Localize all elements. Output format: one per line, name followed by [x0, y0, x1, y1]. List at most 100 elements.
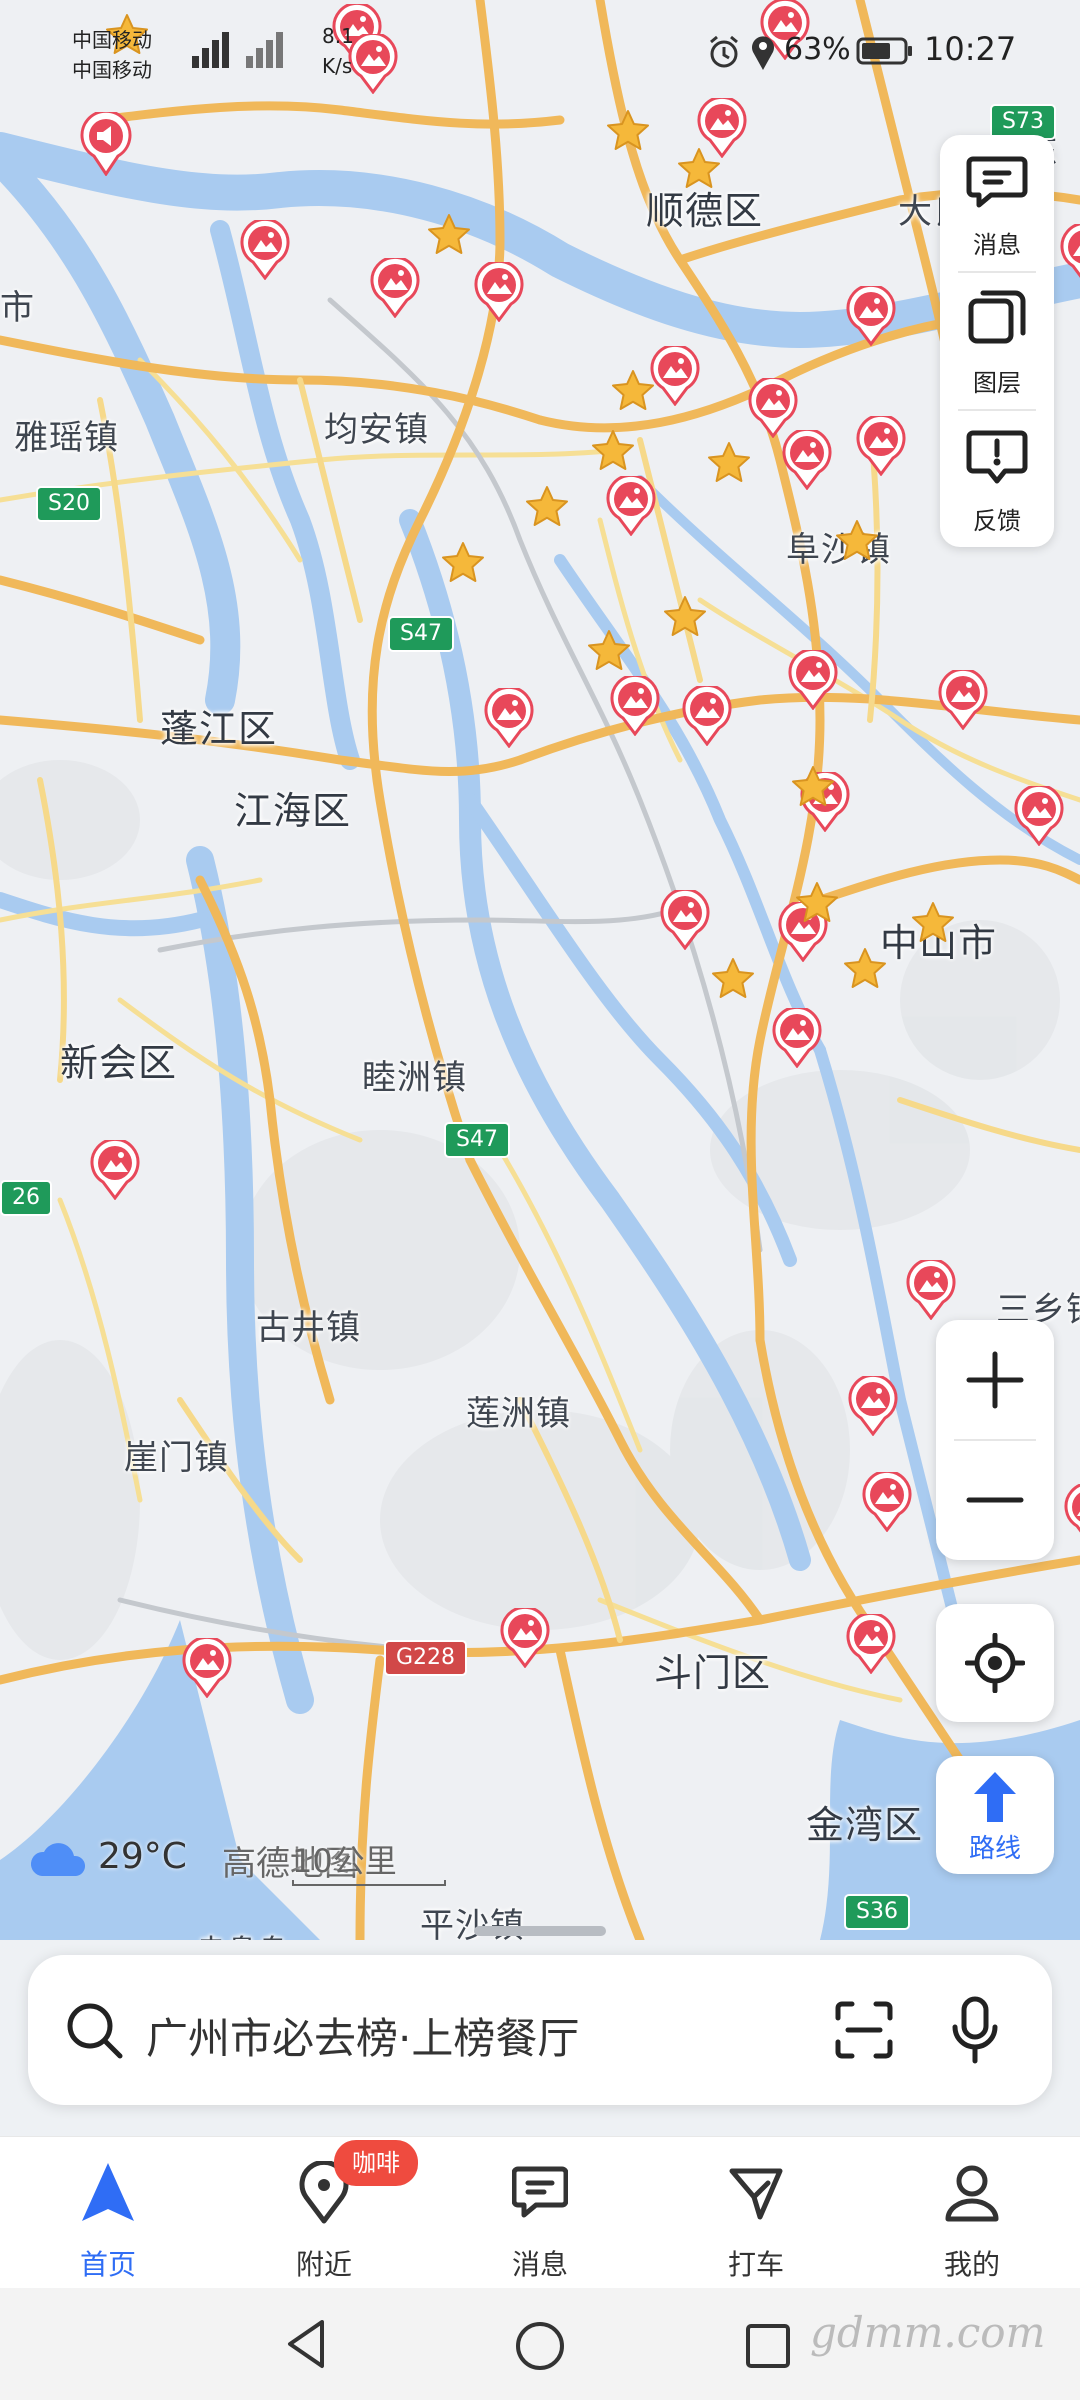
favorite-star-icon[interactable]	[706, 440, 752, 486]
scenic-poi-pin-icon[interactable]	[906, 1260, 956, 1320]
route-arrow-icon	[974, 1772, 1016, 1822]
scenic-poi-pin-icon[interactable]	[748, 378, 798, 438]
search-icon	[67, 2003, 123, 2059]
home-circle-icon[interactable]	[512, 2318, 568, 2374]
route-button-label: 路线	[968, 1834, 1021, 1864]
place-label-shi[interactable]: 市	[0, 280, 35, 329]
sheet-drag-handle[interactable]	[474, 1926, 606, 1936]
recents-square-icon[interactable]	[744, 2322, 792, 2370]
place-label-suizhou[interactable]: 睦洲镇	[362, 1050, 467, 1099]
battery-icon	[856, 37, 912, 65]
scenic-poi-pin-icon[interactable]	[848, 1376, 898, 1436]
favorite-star-icon[interactable]	[605, 108, 651, 154]
favorite-star-icon[interactable]	[610, 368, 656, 414]
carrier-2: 中国移动	[72, 58, 152, 82]
place-label-jinwan[interactable]: 金湾区	[806, 1794, 923, 1849]
feedback-tool-label: 反馈	[973, 507, 1021, 535]
favorite-star-icon[interactable]	[842, 946, 888, 992]
bottom-navigation: 首页 附近 消息 打车 我的	[0, 2136, 1080, 2289]
place-label-pengjiang[interactable]: 蓬江区	[160, 698, 277, 753]
place-label-ya-yao[interactable]: 雅瑶镇	[14, 410, 119, 459]
favorite-star-icon[interactable]	[710, 956, 756, 1002]
place-label-jun-an[interactable]: 均安镇	[324, 402, 429, 451]
scenic-poi-pin-icon[interactable]	[90, 1140, 140, 1200]
nearby-promo-badge[interactable]: 咖啡	[334, 2140, 418, 2186]
favorite-star-icon[interactable]	[794, 880, 840, 926]
profile-icon	[945, 2165, 999, 2222]
nav-home[interactable]: 首页	[0, 2137, 216, 2289]
nav-messages[interactable]: 消息	[432, 2137, 648, 2289]
crosshair-locate-icon	[965, 1633, 1025, 1693]
search-input[interactable]: 广州市必去榜·上榜餐厅	[146, 2005, 579, 2066]
favorite-star-icon[interactable]	[790, 764, 836, 810]
place-label-doumen[interactable]: 斗门区	[654, 1642, 771, 1697]
scenic-poi-pin-icon[interactable]	[856, 416, 906, 476]
scenic-poi-pin-icon[interactable]	[182, 1638, 232, 1698]
place-label-gujing[interactable]: 古井镇	[256, 1300, 361, 1349]
place-label-xinhui[interactable]: 新会区	[60, 1032, 177, 1087]
taxi-icon	[729, 2168, 783, 2220]
nav-taxi[interactable]: 打车	[648, 2137, 864, 2289]
favorite-star-icon[interactable]	[586, 628, 632, 674]
scenic-poi-pin-icon[interactable]	[610, 676, 660, 736]
scenic-poi-pin-icon[interactable]	[1014, 786, 1064, 846]
scenic-poi-pin-icon[interactable]	[1060, 224, 1080, 284]
favorite-star-icon[interactable]	[910, 900, 956, 946]
scenic-poi-pin-icon[interactable]	[500, 1608, 550, 1668]
scenic-poi-pin-icon[interactable]	[846, 1614, 896, 1674]
locate-me-button[interactable]	[936, 1604, 1054, 1722]
route-button[interactable]: 路线	[936, 1756, 1054, 1874]
road-shield-s47-a: S47	[388, 616, 454, 652]
place-label-chishan[interactable]: 赤鼻岛	[196, 1926, 289, 1940]
microphone-icon[interactable]	[950, 1995, 1000, 2065]
clock: 10:27	[924, 30, 1017, 68]
scenic-poi-pin-icon[interactable]	[772, 1008, 822, 1068]
layers-tool-button[interactable]: 图层	[940, 273, 1054, 407]
scenic-poi-pin-icon[interactable]	[370, 258, 420, 318]
favorite-star-icon[interactable]	[662, 594, 708, 640]
zoom-in-button[interactable]	[965, 1350, 1025, 1410]
scenic-poi-pin-icon[interactable]	[474, 262, 524, 322]
messages-tool-button[interactable]: 消息	[940, 135, 1054, 269]
road-shield-26: 26	[0, 1180, 52, 1216]
scenic-poi-pin-icon[interactable]	[484, 688, 534, 748]
nav-mine[interactable]: 我的	[864, 2137, 1080, 2289]
messages-tool-label: 消息	[973, 231, 1021, 259]
zoom-out-button[interactable]	[965, 1470, 1025, 1530]
search-bar[interactable]: 广州市必去榜·上榜餐厅	[28, 1955, 1052, 2105]
favorite-star-icon[interactable]	[440, 540, 486, 586]
place-label-yamen[interactable]: 崖门镇	[124, 1430, 229, 1479]
favorite-star-icon[interactable]	[590, 428, 636, 474]
back-triangle-icon[interactable]	[282, 2318, 332, 2370]
feedback-tool-button[interactable]: 反馈	[940, 411, 1054, 545]
nav-nearby-label: 附近	[295, 2248, 352, 2281]
scenic-poi-pin-icon[interactable]	[660, 890, 710, 950]
scenic-poi-pin-icon[interactable]	[938, 670, 988, 730]
road-shield-s20: S20	[36, 486, 102, 522]
scenic-poi-pin-icon[interactable]	[788, 650, 838, 710]
zoom-controls	[936, 1320, 1054, 1560]
scenic-poi-pin-icon[interactable]	[1064, 1484, 1080, 1544]
scenic-poi-pin-icon[interactable]	[862, 1472, 912, 1532]
scenic-poi-pin-icon[interactable]	[846, 286, 896, 346]
alarm-icon	[710, 35, 738, 68]
nav-messages-label: 消息	[511, 2248, 568, 2281]
cloud-weather-icon	[30, 1843, 86, 1876]
status-bar: 中国移动 中国移动 8.1 K/s 63% 10:27	[0, 0, 1080, 100]
scenic-poi-pin-icon[interactable]	[650, 346, 700, 406]
place-label-lianzhou[interactable]: 莲洲镇	[466, 1386, 571, 1435]
scenic-poi-pin-icon[interactable]	[782, 430, 832, 490]
favorite-star-icon[interactable]	[676, 146, 722, 192]
battery-percent: 63%	[784, 32, 851, 67]
scenic-poi-pin-icon[interactable]	[606, 476, 656, 536]
scan-icon[interactable]	[834, 2000, 894, 2060]
favorite-star-icon[interactable]	[834, 518, 880, 564]
place-label-jianghai[interactable]: 江海区	[234, 780, 351, 835]
favorite-star-icon[interactable]	[426, 212, 472, 258]
signal-strength-icon	[192, 32, 283, 68]
scenic-poi-pin-icon[interactable]	[682, 686, 732, 746]
scenic-poi-pin-icon[interactable]	[240, 220, 290, 280]
favorite-star-icon[interactable]	[524, 484, 570, 530]
map-canvas[interactable]: 顺德区 均安镇 雅瑶镇 阜沙镇 蓬江区 江海区 新会区 睦洲镇 中山市 古井镇 …	[0, 0, 1080, 1940]
speaker-marker-icon[interactable]	[80, 112, 132, 176]
